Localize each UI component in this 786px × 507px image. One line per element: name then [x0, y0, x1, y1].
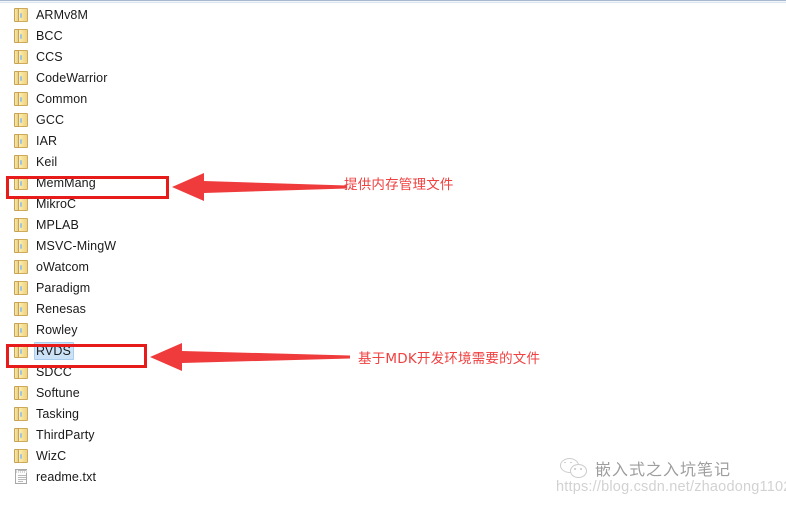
folder-icon: [13, 426, 29, 443]
watermark-brand-text: 嵌入式之入坑笔记: [595, 460, 732, 479]
file-list-item-label: BCC: [36, 28, 63, 43]
watermark-url-text: https://blog.csdn.net/zhaodong1102: [556, 479, 786, 495]
file-list-item[interactable]: Common: [0, 88, 786, 109]
file-list-item[interactable]: CodeWarrior: [0, 67, 786, 88]
file-list-item[interactable]: BCC: [0, 25, 786, 46]
file-list-item-label: MPLAB: [36, 217, 79, 232]
file-list-item-label: Softune: [36, 385, 80, 400]
folder-icon: [13, 300, 29, 317]
file-list-item-label: CodeWarrior: [36, 70, 108, 85]
file-list-item-label: Tasking: [36, 406, 80, 421]
file-list-item[interactable]: GCC: [0, 109, 786, 130]
annotation-arrow-memmang: [172, 172, 347, 202]
folder-icon: [13, 111, 29, 128]
annotation-text-rvds: 基于MDK开发环境需要的文件: [358, 351, 541, 367]
file-list-item-label: ThirdParty: [36, 427, 95, 442]
watermark: 嵌入式之入坑笔记 https://blog.csdn.net/zhaodong1…: [556, 455, 786, 505]
pane-top-border: [0, 0, 786, 3]
folder-icon: [13, 27, 29, 44]
file-list-item[interactable]: IAR: [0, 130, 786, 151]
file-list[interactable]: ARMv8M BCC CCS CodeWarrior Common GCC IAR Keil M…: [0, 4, 786, 487]
file-list-item-label: WizC: [36, 448, 67, 463]
file-list-item-label: SDCC: [36, 364, 72, 379]
folder-icon: [13, 237, 29, 254]
file-list-item[interactable]: Renesas: [0, 298, 786, 319]
folder-icon: [13, 279, 29, 296]
folder-icon: [13, 363, 29, 380]
folder-icon: [13, 174, 29, 191]
file-list-item[interactable]: oWatcom: [0, 256, 786, 277]
file-list-item[interactable]: MPLAB: [0, 214, 786, 235]
file-list-item[interactable]: Keil: [0, 151, 786, 172]
folder-icon: [13, 195, 29, 212]
file-list-item-label: RVDS: [34, 341, 74, 360]
folder-icon: [13, 321, 29, 338]
file-list-item[interactable]: ARMv8M: [0, 4, 786, 25]
file-list-item[interactable]: Rowley: [0, 319, 786, 340]
file-list-item-label: Paradigm: [36, 280, 91, 295]
annotation-arrow-rvds: [150, 342, 350, 372]
folder-icon: [13, 6, 29, 23]
file-list-item-label: Common: [36, 91, 88, 106]
folder-icon: [13, 405, 29, 422]
file-list-item-label: readme.txt: [36, 469, 97, 484]
folder-icon: [13, 258, 29, 275]
file-list-item[interactable]: ThirdParty: [0, 424, 786, 445]
file-list-item-label: CCS: [36, 49, 63, 64]
folder-icon: [13, 153, 29, 170]
file-list-item-label: Rowley: [36, 322, 78, 337]
file-list-item[interactable]: MSVC-MingW: [0, 235, 786, 256]
file-list-item-label: IAR: [36, 133, 58, 148]
file-list-item-label: ARMv8M: [36, 7, 88, 22]
file-list-item[interactable]: Tasking: [0, 403, 786, 424]
folder-icon: [13, 342, 29, 359]
folder-icon: [13, 90, 29, 107]
file-list-item[interactable]: Softune: [0, 382, 786, 403]
folder-icon: [13, 69, 29, 86]
watermark-brand-row: 嵌入式之入坑笔记: [560, 456, 731, 480]
file-list-item[interactable]: CCS: [0, 46, 786, 67]
folder-icon: [13, 216, 29, 233]
file-list-item-label: GCC: [36, 112, 65, 127]
file-list-item-label: Renesas: [36, 301, 87, 316]
file-list-item-label: oWatcom: [36, 259, 90, 274]
file-list-item[interactable]: MikroC: [0, 193, 786, 214]
annotation-text-memmang: 提供内存管理文件: [344, 177, 454, 193]
folder-icon: [13, 447, 29, 464]
file-list-item[interactable]: Paradigm: [0, 277, 786, 298]
wechat-icon: [560, 458, 588, 478]
file-list-item-label: MSVC-MingW: [36, 238, 117, 253]
file-list-item-label: MikroC: [36, 196, 77, 211]
file-list-item-label: Keil: [36, 154, 58, 169]
folder-icon: [13, 48, 29, 65]
text-file-icon: [13, 468, 29, 485]
folder-icon: [13, 132, 29, 149]
file-list-item-label: MemMang: [36, 175, 96, 190]
folder-icon: [13, 384, 29, 401]
